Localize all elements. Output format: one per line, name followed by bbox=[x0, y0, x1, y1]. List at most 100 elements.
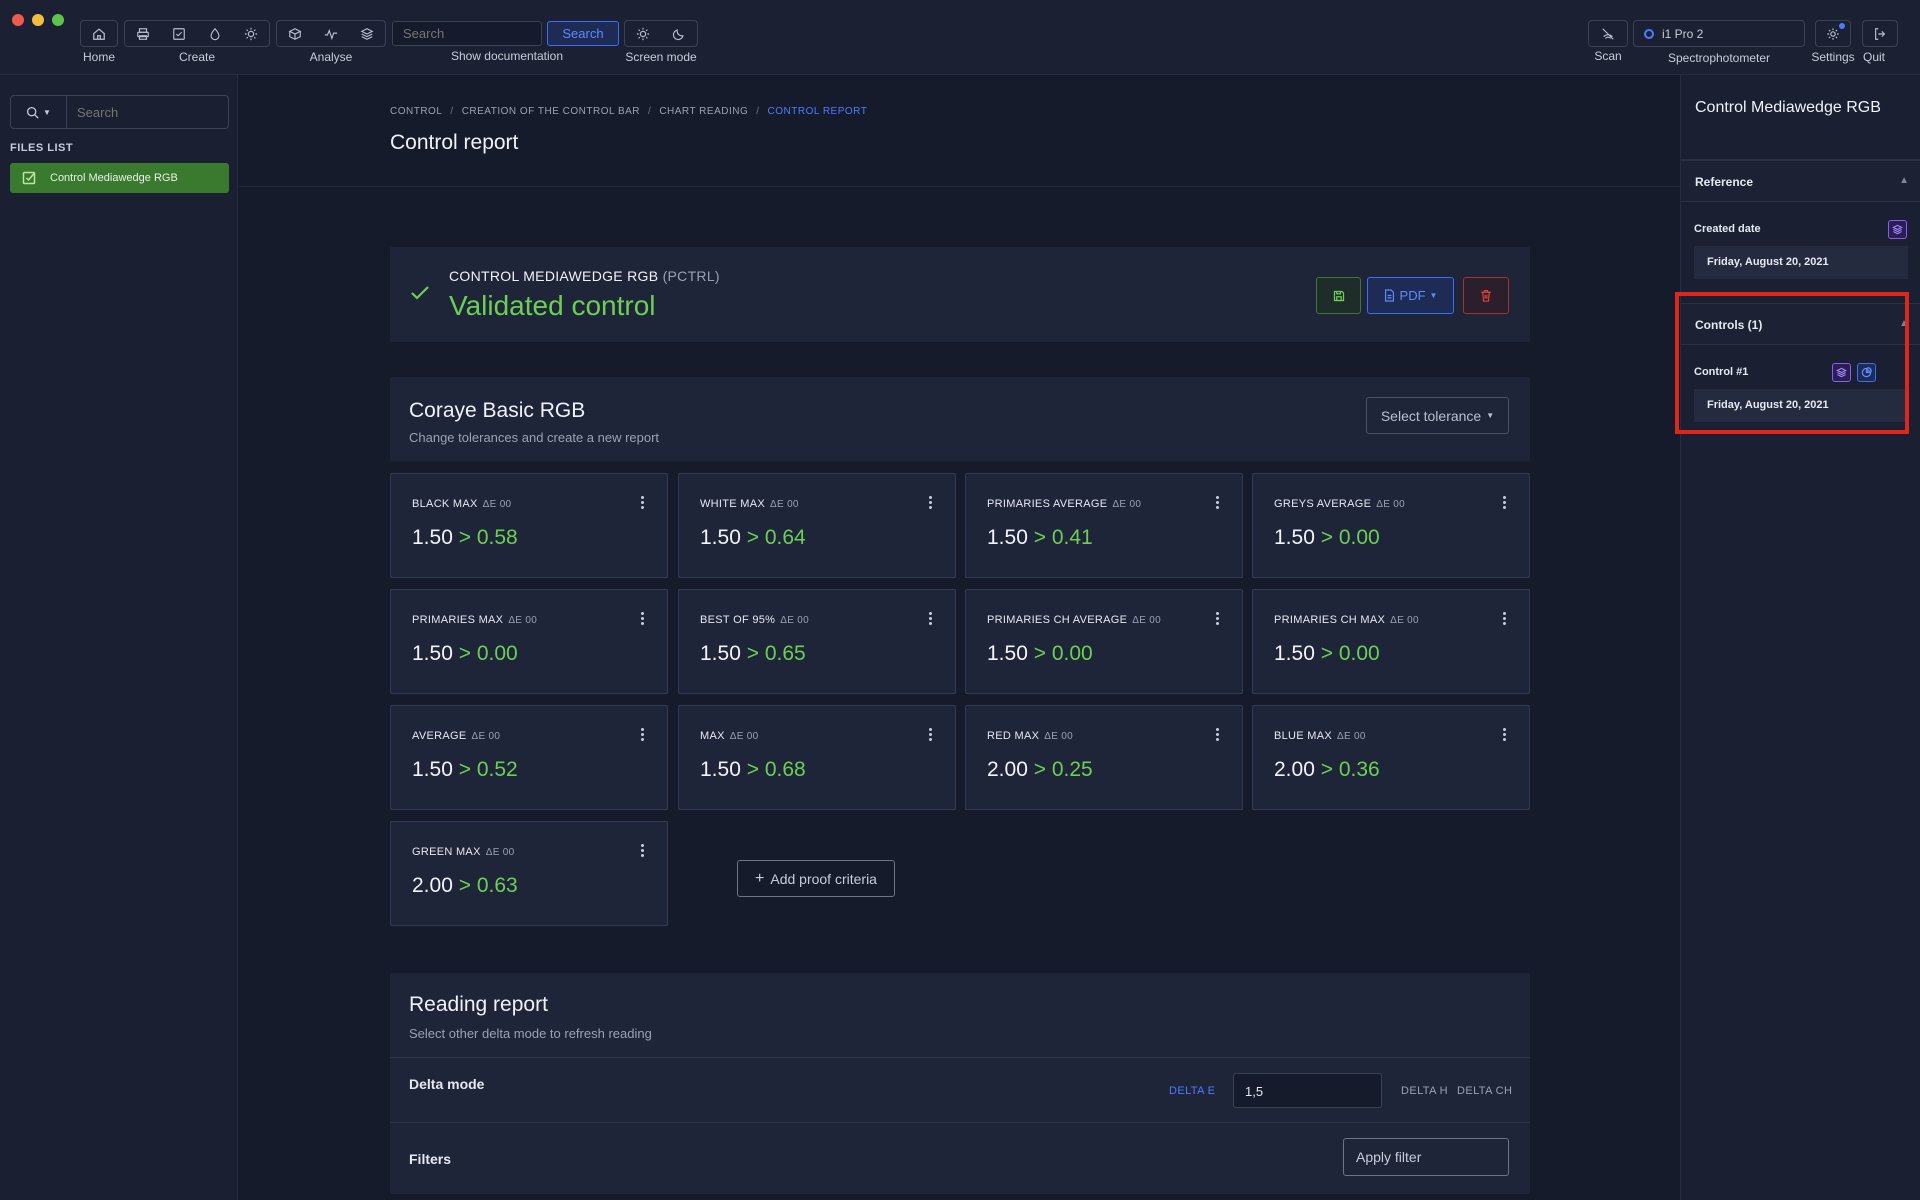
delta-value-input[interactable]: 1,5 bbox=[1233, 1073, 1382, 1108]
screen-mode-group bbox=[624, 20, 698, 47]
show-documentation-label[interactable]: Show documentation bbox=[392, 49, 622, 63]
delete-button[interactable] bbox=[1463, 277, 1509, 314]
criteria-measured: > 0.65 bbox=[746, 642, 806, 665]
kebab-menu-icon[interactable] bbox=[1503, 612, 1507, 626]
criteria-card: WHITE MAX ΔE 00 1.50 > 0.64 bbox=[678, 473, 956, 578]
delta-e-tab[interactable]: DELTA E bbox=[1169, 1085, 1215, 1097]
criteria-unit: ΔE 00 bbox=[729, 731, 759, 742]
trash-icon bbox=[1481, 290, 1491, 302]
device-status-icon bbox=[1644, 28, 1654, 39]
scan-button[interactable] bbox=[1589, 21, 1627, 46]
breadcrumb-item-control[interactable]: CONTROL bbox=[390, 106, 442, 117]
add-proof-criteria-button[interactable]: + Add proof criteria bbox=[737, 860, 895, 897]
kebab-menu-icon[interactable] bbox=[641, 496, 645, 510]
quit-button[interactable] bbox=[1863, 21, 1897, 46]
dark-mode-button[interactable] bbox=[661, 21, 697, 46]
file-item[interactable]: Control Mediawedge RGB bbox=[10, 163, 229, 193]
kebab-menu-icon[interactable] bbox=[641, 844, 645, 858]
criteria-name: RED MAX bbox=[987, 730, 1040, 742]
create-group bbox=[124, 20, 270, 47]
criteria-label: BEST OF 95% ΔE 00 bbox=[700, 614, 809, 626]
top-toolbar: Home Create Analyse Search Show document… bbox=[0, 0, 1920, 75]
kebab-menu-icon[interactable] bbox=[1216, 728, 1220, 742]
criteria-unit: ΔE 00 bbox=[1044, 731, 1073, 742]
home-button[interactable] bbox=[81, 21, 117, 46]
criteria-unit: ΔE 00 bbox=[1376, 499, 1405, 510]
criteria-values: 1.50 > 0.65 bbox=[700, 642, 806, 666]
curve-button[interactable] bbox=[313, 21, 349, 46]
layers-icon bbox=[1892, 224, 1903, 235]
criteria-card: GREEN MAX ΔE 00 2.00 > 0.63 bbox=[390, 821, 668, 926]
reading-divider bbox=[390, 1057, 1530, 1058]
reference-section-header[interactable]: Reference ▲ bbox=[1681, 160, 1920, 202]
criteria-card: RED MAX ΔE 00 2.00 > 0.25 bbox=[965, 705, 1243, 810]
device-select[interactable]: i1 Pro 2 bbox=[1633, 20, 1805, 47]
window-close-button[interactable] bbox=[12, 14, 24, 26]
criteria-values: 1.50 > 0.64 bbox=[700, 526, 806, 550]
tolerance-title: Coraye Basic RGB bbox=[409, 399, 586, 422]
search-icon bbox=[27, 106, 39, 119]
criteria-label: PRIMARIES MAX ΔE 00 bbox=[412, 614, 537, 626]
kebab-menu-icon[interactable] bbox=[641, 728, 645, 742]
pdf-button[interactable]: PDF ▼ bbox=[1367, 277, 1454, 314]
scan-off-icon bbox=[1602, 27, 1614, 40]
layers-button[interactable] bbox=[349, 21, 385, 46]
analyse-group bbox=[276, 20, 386, 47]
scan-label: Scan bbox=[1594, 49, 1622, 63]
window-maximize-button[interactable] bbox=[52, 14, 64, 26]
kebab-menu-icon[interactable] bbox=[929, 612, 933, 626]
documentation-search-button[interactable]: Search bbox=[547, 21, 619, 46]
kebab-menu-icon[interactable] bbox=[1503, 728, 1507, 742]
kebab-menu-icon[interactable] bbox=[641, 612, 645, 626]
breadcrumb: CONTROL / CREATION OF THE CONTROL BAR / … bbox=[390, 106, 867, 117]
criteria-name: BLACK MAX bbox=[412, 498, 478, 510]
breadcrumb-item-chart-reading[interactable]: CHART READING bbox=[659, 106, 748, 117]
criteria-values: 1.50 > 0.41 bbox=[987, 526, 1093, 550]
reference-layers-button[interactable] bbox=[1888, 220, 1907, 239]
criteria-card: BLACK MAX ΔE 00 1.50 > 0.58 bbox=[390, 473, 668, 578]
criteria-measured: > 0.00 bbox=[1320, 526, 1380, 549]
select-tolerance-label: Select tolerance bbox=[1380, 407, 1482, 424]
light-button[interactable] bbox=[233, 21, 269, 46]
criteria-unit: ΔE 00 bbox=[485, 847, 515, 858]
kebab-menu-icon[interactable] bbox=[1216, 612, 1220, 626]
criteria-label: BLACK MAX ΔE 00 bbox=[412, 498, 511, 510]
criteria-tolerance: 1.50 bbox=[412, 642, 453, 665]
kebab-menu-icon[interactable] bbox=[1216, 496, 1220, 510]
gamut-button[interactable] bbox=[277, 21, 313, 46]
kebab-menu-icon[interactable] bbox=[1503, 496, 1507, 510]
breadcrumb-separator: / bbox=[756, 106, 760, 117]
criteria-label: GREEN MAX ΔE 00 bbox=[412, 846, 514, 858]
search-filter-button[interactable]: ▼ bbox=[10, 95, 67, 129]
criteria-name: BLUE MAX bbox=[1274, 730, 1333, 742]
apply-filter-button[interactable]: Apply filter bbox=[1343, 1138, 1509, 1176]
criteria-tolerance: 1.50 bbox=[1274, 642, 1315, 665]
kebab-menu-icon[interactable] bbox=[929, 496, 933, 510]
delta-h-tab[interactable]: DELTA H bbox=[1401, 1085, 1448, 1097]
breadcrumb-item-creation[interactable]: CREATION OF THE CONTROL BAR bbox=[462, 106, 640, 117]
documentation-search-input[interactable] bbox=[392, 21, 542, 46]
kebab-menu-icon[interactable] bbox=[929, 728, 933, 742]
window-minimize-button[interactable] bbox=[32, 14, 44, 26]
delta-ch-tab[interactable]: DELTA CH bbox=[1457, 1085, 1512, 1097]
page-title: Control report bbox=[390, 131, 519, 154]
check-square-icon bbox=[173, 27, 185, 40]
criteria-measured: > 0.68 bbox=[746, 758, 806, 781]
criteria-values: 1.50 > 0.00 bbox=[1274, 642, 1380, 666]
settings-button[interactable] bbox=[1816, 21, 1850, 46]
checklist-button[interactable] bbox=[161, 21, 197, 46]
save-button[interactable] bbox=[1316, 277, 1361, 314]
print-button[interactable] bbox=[125, 21, 161, 46]
ink-button[interactable] bbox=[197, 21, 233, 46]
reading-report-panel: Reading report Select other delta mode t… bbox=[390, 973, 1530, 1194]
breadcrumb-separator: / bbox=[450, 106, 454, 117]
files-search-input[interactable] bbox=[67, 95, 229, 129]
gear-icon bbox=[1827, 27, 1839, 40]
check-square-icon bbox=[22, 171, 36, 185]
light-mode-button[interactable] bbox=[625, 21, 661, 46]
layers-icon bbox=[360, 27, 374, 40]
criteria-measured: > 0.00 bbox=[1320, 642, 1380, 665]
select-tolerance-dropdown[interactable]: Select tolerance ▼ bbox=[1366, 397, 1509, 434]
criteria-name: PRIMARIES AVERAGE bbox=[987, 498, 1108, 510]
notification-dot bbox=[1839, 23, 1845, 29]
